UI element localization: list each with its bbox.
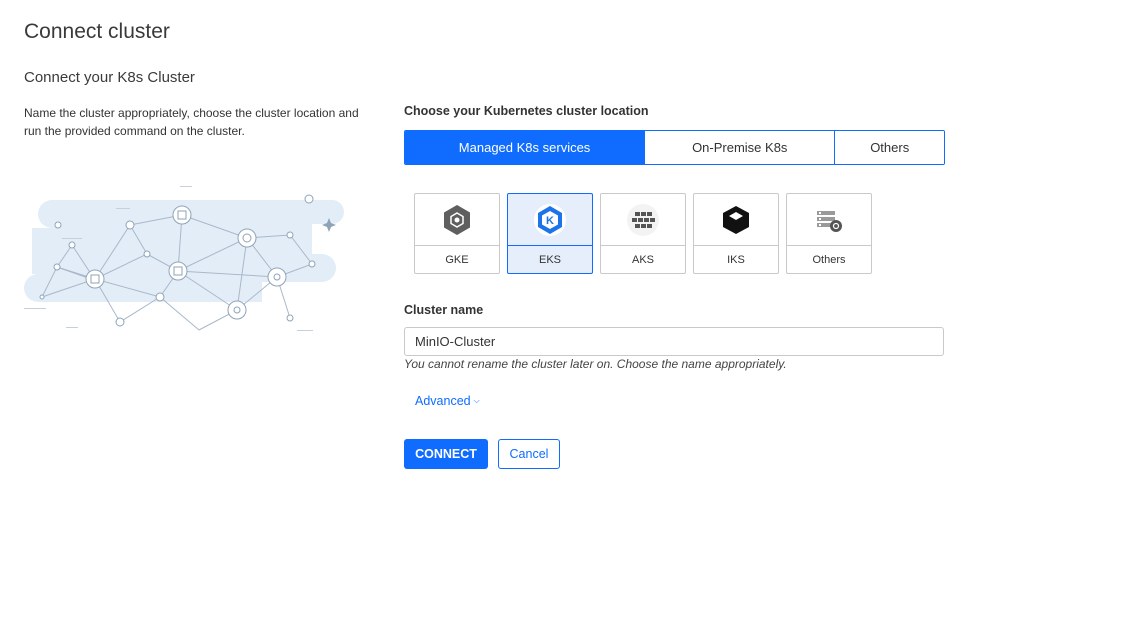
gke-icon [415, 194, 499, 246]
eks-icon: K [508, 194, 592, 246]
location-label: Choose your Kubernetes cluster location [404, 104, 649, 118]
connect-button[interactable]: CONNECT [404, 439, 488, 469]
provider-card-eks[interactable]: K EKS [507, 193, 593, 274]
cluster-name-help: You cannot rename the cluster later on. … [404, 357, 787, 371]
advanced-label: Advanced [415, 394, 471, 408]
provider-label-others: Others [812, 253, 846, 266]
advanced-toggle[interactable]: Advanced ⌵ [415, 394, 480, 408]
tab-on-premise-k8s[interactable]: On-Premise K8s [645, 131, 836, 164]
tab-others[interactable]: Others [835, 131, 944, 164]
tab-managed-k8s[interactable]: Managed K8s services [405, 131, 646, 164]
provider-label-eks: EKS [538, 253, 561, 266]
provider-list: GKE K EKS AKS IKS Others [414, 193, 872, 274]
chevron-down-icon: ⌵ [473, 396, 480, 405]
provider-card-iks[interactable]: IKS [693, 193, 779, 274]
provider-label-aks: AKS [631, 253, 654, 266]
cluster-name-input[interactable] [404, 327, 944, 356]
location-segmented-control: Managed K8s services On-Premise K8s Othe… [404, 130, 945, 165]
provider-card-gke[interactable]: GKE [414, 193, 500, 274]
section-title: Connect your K8s Cluster [24, 69, 195, 86]
cluster-name-label: Cluster name [404, 303, 484, 317]
page-title: Connect cluster [24, 20, 170, 43]
others-provider-icon [787, 194, 871, 246]
iks-icon [694, 194, 778, 246]
network-illustration [24, 186, 344, 331]
svg-text:K: K [546, 215, 554, 227]
page-description: Name the cluster appropriately, choose t… [24, 106, 359, 138]
cancel-button[interactable]: Cancel [498, 439, 560, 469]
provider-label-gke: GKE [445, 253, 469, 266]
provider-card-aks[interactable]: AKS [600, 193, 686, 274]
provider-label-iks: IKS [727, 253, 745, 266]
provider-card-others[interactable]: Others [786, 193, 872, 274]
aks-icon [601, 194, 685, 246]
